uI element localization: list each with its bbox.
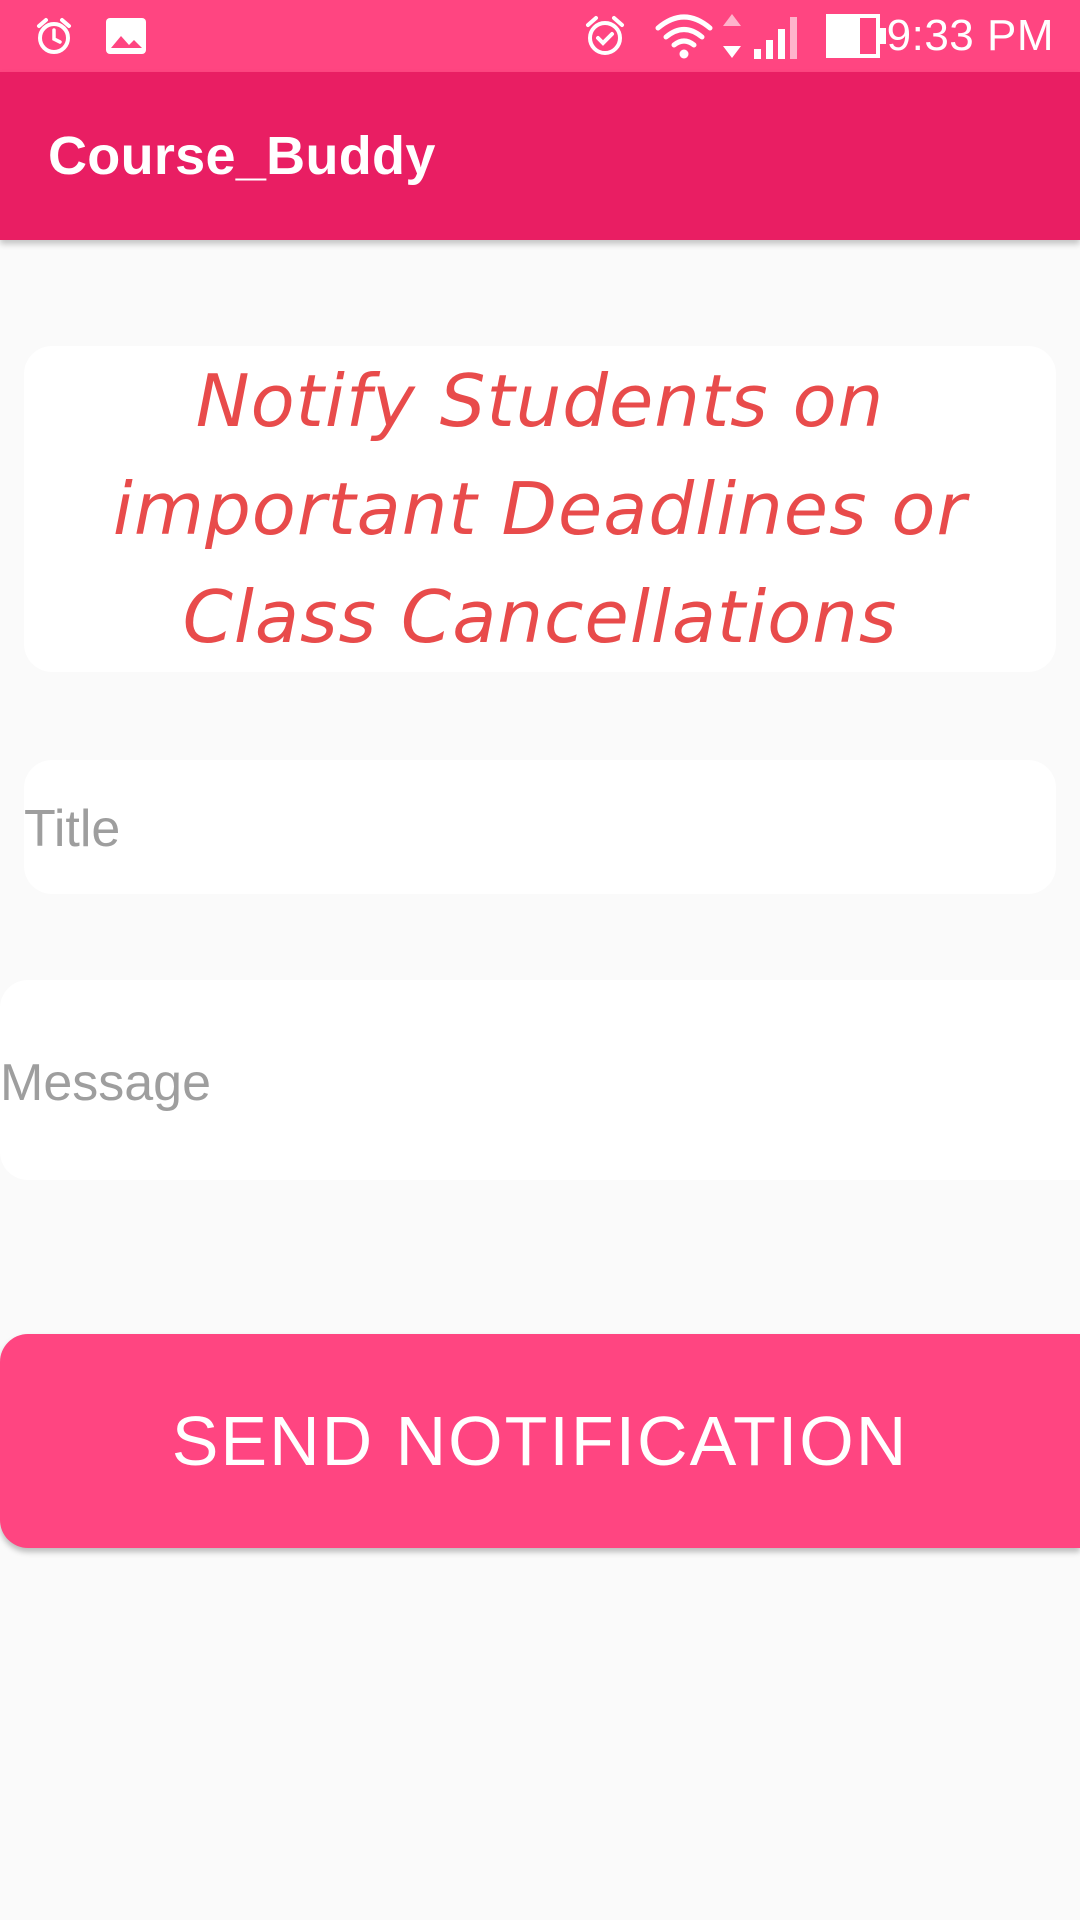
signal-icon <box>752 12 804 60</box>
send-notification-label: SEND NOTIFICATION <box>171 1402 909 1480</box>
battery-icon <box>826 12 888 60</box>
image-icon <box>104 12 148 60</box>
message-placeholder: Message <box>0 1054 211 1112</box>
message-field[interactable]: Message <box>0 980 1080 1180</box>
status-time: 9:33 PM <box>886 11 1054 60</box>
title-placeholder: Title <box>24 800 121 858</box>
send-notification-button[interactable]: SEND NOTIFICATION <box>0 1334 1080 1548</box>
data-arrows-icon <box>720 12 744 60</box>
header-text: Notify Students on important Deadlines o… <box>112 359 968 659</box>
alarm-check-icon <box>582 12 628 60</box>
header-card: Notify Students on important Deadlines o… <box>24 346 1056 672</box>
wifi-icon <box>654 12 714 60</box>
app-bar: Course_Buddy <box>0 72 1080 240</box>
status-bar: 9:33 PM <box>0 0 1080 72</box>
alarm-icon <box>34 12 74 60</box>
app-title: Course_Buddy <box>48 126 436 186</box>
title-field[interactable]: Title <box>24 760 1056 894</box>
